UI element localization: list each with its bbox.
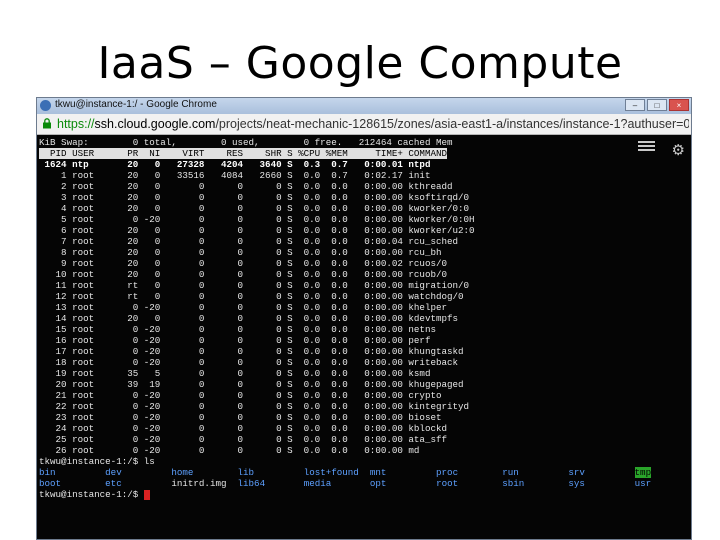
ls-entry: usr <box>634 478 652 489</box>
url-text[interactable]: https://ssh.cloud.google.com/projects/ne… <box>57 117 689 131</box>
process-row: 1624 ntp 20 0 27328 4204 3640 S 0.3 0.7 … <box>39 159 431 170</box>
process-row: 11 root rt 0 0 0 0 S 0.0 0.0 0:00.00 mig… <box>39 280 470 291</box>
process-row: 1 root 20 0 33516 4084 2660 S 0.0 0.7 0:… <box>39 170 431 181</box>
process-row: 19 root 35 5 0 0 0 S 0.0 0.0 0:00.00 ksm… <box>39 368 431 379</box>
hamburger-menu-icon[interactable] <box>638 141 655 153</box>
gear-icon[interactable]: ⚙ <box>672 141 685 159</box>
process-row: 18 root 0 -20 0 0 0 S 0.0 0.0 0:00.00 wr… <box>39 357 459 368</box>
ls-entry: lib64 <box>237 478 266 489</box>
ls-entry: lost+found <box>303 467 359 478</box>
ls-output-row: boot etc initrd.img lib64 media opt root… <box>39 478 691 489</box>
maximize-button[interactable]: □ <box>647 99 667 111</box>
ls-entry: run <box>502 467 519 478</box>
process-row: 12 root rt 0 0 0 0 S 0.0 0.0 0:00.00 wat… <box>39 291 464 302</box>
ls-entry: etc <box>105 478 122 489</box>
process-row: 25 root 0 -20 0 0 0 S 0.0 0.0 0:00.00 at… <box>39 434 447 445</box>
process-row: 24 root 0 -20 0 0 0 S 0.0 0.0 0:00.00 kb… <box>39 423 447 434</box>
process-row: 26 root 0 -20 0 0 0 S 0.0 0.0 0:00.00 md <box>39 445 420 456</box>
process-row: 21 root 0 -20 0 0 0 S 0.0 0.0 0:00.00 cr… <box>39 390 442 401</box>
url-host: ssh.cloud.google.com <box>94 117 216 131</box>
swap-summary-line: KiB Swap: 0 total, 0 used, 0 free. 21246… <box>39 137 453 148</box>
process-row: 22 root 0 -20 0 0 0 S 0.0 0.0 0:00.00 ki… <box>39 401 470 412</box>
process-row: 8 root 20 0 0 0 0 S 0.0 0.0 0:00.00 rcu_… <box>39 247 442 258</box>
process-row: 3 root 20 0 0 0 0 S 0.0 0.0 0:00.00 ksof… <box>39 192 470 203</box>
ls-entry: sbin <box>502 478 525 489</box>
process-row: 23 root 0 -20 0 0 0 S 0.0 0.0 0:00.00 bi… <box>39 412 442 423</box>
ls-entry: media <box>303 478 332 489</box>
ssh-terminal[interactable]: ⚙ KiB Swap: 0 total, 0 used, 0 free. 212… <box>37 135 691 539</box>
process-row: 2 root 20 0 0 0 0 S 0.0 0.0 0:00.00 kthr… <box>39 181 453 192</box>
browser-window: tkwu@instance-1:/ - Google Chrome – □ × … <box>36 97 692 540</box>
window-titlebar[interactable]: tkwu@instance-1:/ - Google Chrome – □ × <box>37 98 691 114</box>
ls-entry: proc <box>436 467 459 478</box>
process-row: 20 root 39 19 0 0 0 S 0.0 0.0 0:00.00 kh… <box>39 379 464 390</box>
terminal-cursor <box>143 489 150 500</box>
minimize-button[interactable]: – <box>625 99 645 111</box>
lock-icon <box>43 118 51 129</box>
ls-entry: dev <box>105 467 122 478</box>
ls-entry: tmp <box>634 467 652 478</box>
window-controls: – □ × <box>625 99 689 111</box>
chrome-app-icon <box>40 100 51 111</box>
shell-prompt-current: tkwu@instance-1:/$ <box>39 489 150 500</box>
process-row: 10 root 20 0 0 0 0 S 0.0 0.0 0:00.00 rcu… <box>39 269 447 280</box>
process-row: 6 root 20 0 0 0 0 S 0.0 0.0 0:00.00 kwor… <box>39 225 475 236</box>
address-bar[interactable]: https://ssh.cloud.google.com/projects/ne… <box>37 114 691 135</box>
url-scheme: https:// <box>57 117 95 131</box>
ls-entry: home <box>171 467 194 478</box>
ls-entry: boot <box>39 478 62 489</box>
shell-prompt-ls: tkwu@instance-1:/$ ls <box>39 456 155 467</box>
process-row: 9 root 20 0 0 0 0 S 0.0 0.0 0:00.02 rcuo… <box>39 258 447 269</box>
ls-entry: bin <box>39 467 56 478</box>
process-row: 5 root 0 -20 0 0 0 S 0.0 0.0 0:00.00 kwo… <box>39 214 475 225</box>
ls-entry: initrd.img <box>171 478 227 489</box>
process-table-header: PID USER PR NI VIRT RES SHR S %CPU %MEM … <box>39 148 447 159</box>
window-title: tkwu@instance-1:/ - Google Chrome <box>55 99 217 110</box>
close-button[interactable]: × <box>669 99 689 111</box>
ls-entry: srv <box>568 467 585 478</box>
url-path: /projects/neat-mechanic-128615/zones/asi… <box>215 117 689 131</box>
ls-output-row: bin dev home lib lost+found mnt proc run… <box>39 467 691 478</box>
process-row: 17 root 0 -20 0 0 0 S 0.0 0.0 0:00.00 kh… <box>39 346 464 357</box>
process-row: 14 root 20 0 0 0 0 S 0.0 0.0 0:00.00 kde… <box>39 313 459 324</box>
ls-entry: root <box>436 478 459 489</box>
process-row: 16 root 0 -20 0 0 0 S 0.0 0.0 0:00.00 pe… <box>39 335 431 346</box>
process-row: 13 root 0 -20 0 0 0 S 0.0 0.0 0:00.00 kh… <box>39 302 447 313</box>
ls-entry: sys <box>568 478 585 489</box>
ls-entry: lib <box>237 467 255 478</box>
process-row: 4 root 20 0 0 0 0 S 0.0 0.0 0:00.00 kwor… <box>39 203 470 214</box>
ls-entry: opt <box>369 478 387 489</box>
process-row: 7 root 20 0 0 0 0 S 0.0 0.0 0:00.04 rcu_… <box>39 236 459 247</box>
ls-entry: mnt <box>369 467 387 478</box>
process-row: 15 root 0 -20 0 0 0 S 0.0 0.0 0:00.00 ne… <box>39 324 436 335</box>
slide-title: IaaS – Google Compute <box>97 38 623 89</box>
